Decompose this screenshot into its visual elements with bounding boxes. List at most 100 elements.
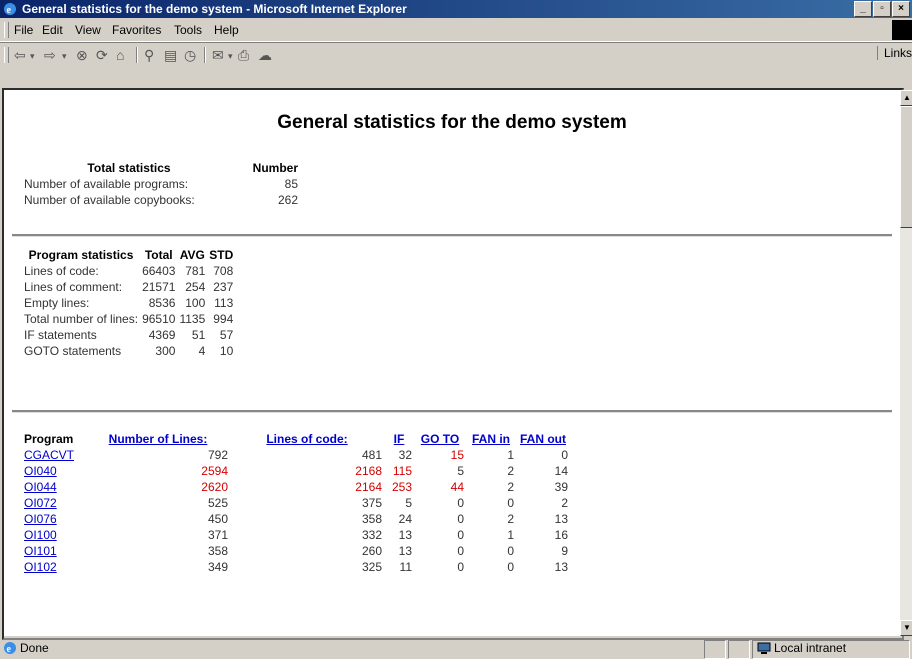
if-cell: 11 <box>399 560 412 574</box>
program-link[interactable]: OI040 <box>24 464 57 478</box>
lines-of-code-cell: 2164 <box>355 480 382 494</box>
cell-total: 300 <box>155 344 176 358</box>
scroll-down-button[interactable]: ▼ <box>900 620 912 636</box>
lines-of-code-cell: 260 <box>361 544 382 558</box>
program-name-cell: OI044 <box>22 479 86 495</box>
cell-total: 4369 <box>148 328 176 342</box>
cell-avg: 254 <box>185 280 206 294</box>
table-row: CGACVT 792 481 32 15 1 0 <box>22 447 570 463</box>
fan-in-cell: 2 <box>507 512 514 526</box>
if-cell: 32 <box>398 448 412 462</box>
menu-grip <box>4 22 9 38</box>
table-row: OI044 2620 2164 253 44 2 39 <box>22 479 570 495</box>
toolbar: ⇦ ▾ ⇨ ▾ ⊗ ⟳ ⌂ ⚲ ▤ ◷ ✉ ▾ ⎙ ☁ Links <box>0 42 912 67</box>
maximize-button[interactable]: ▫ <box>873 1 891 17</box>
if-cell: 13 <box>398 544 412 558</box>
sort-lines-of-code-link[interactable]: Lines of code: <box>266 432 347 446</box>
history-icon[interactable]: ◷ <box>184 47 196 64</box>
discuss-icon[interactable]: ☁ <box>258 47 272 64</box>
internet-explorer-icon: e <box>4 3 16 16</box>
goto-cell: 0 <box>457 544 464 558</box>
toolbar-grip <box>4 47 9 63</box>
table-row: OI040 2594 2168 115 5 2 14 <box>22 463 570 479</box>
menu-tools[interactable]: Tools <box>174 23 202 37</box>
fan-out-cell: 39 <box>554 480 568 494</box>
program-link[interactable]: OI072 <box>24 496 57 510</box>
program-link[interactable]: OI102 <box>24 560 57 574</box>
cell-total: 8536 <box>148 296 176 310</box>
cell-std: 57 <box>219 328 234 342</box>
number-of-lines-cell: 450 <box>207 512 228 526</box>
home-icon[interactable]: ⌂ <box>116 47 124 63</box>
menu-help[interactable]: Help <box>214 23 239 37</box>
mail-icon[interactable]: ✉ <box>212 47 224 64</box>
cell-std: 708 <box>213 264 234 278</box>
sort-goto-link[interactable]: GO TO <box>421 432 459 446</box>
row-label: IF statements <box>24 328 97 342</box>
vertical-scrollbar[interactable]: ▲ ▼ <box>900 90 912 636</box>
program-link[interactable]: OI101 <box>24 544 57 558</box>
fan-in-cell: 0 <box>507 544 514 558</box>
mail-dropdown-icon[interactable]: ▾ <box>228 51 233 62</box>
back-dropdown-icon[interactable]: ▾ <box>30 51 35 62</box>
header-total: Total <box>144 248 173 262</box>
program-name-cell: CGACVT <box>22 447 86 463</box>
if-cell: 5 <box>405 496 412 510</box>
fan-in-cell: 2 <box>507 464 514 478</box>
cell-total: 66403 <box>142 264 176 278</box>
program-link[interactable]: OI044 <box>24 480 57 494</box>
scroll-up-button[interactable]: ▲ <box>900 90 912 106</box>
if-cell: 115 <box>392 464 412 478</box>
row-label: Lines of code: <box>24 264 99 278</box>
sort-if-link[interactable]: IF <box>394 432 405 446</box>
goto-cell: 44 <box>450 480 464 494</box>
back-icon[interactable]: ⇦ <box>14 47 26 64</box>
total-statistics-table: Total statistics Number Number of availa… <box>22 160 300 208</box>
sort-number-of-lines-link[interactable]: Number of Lines: <box>109 432 208 446</box>
table-row: OI072 525 375 5 0 0 2 <box>22 495 570 511</box>
stop-icon[interactable]: ⊗ <box>76 47 88 64</box>
forward-dropdown-icon[interactable]: ▾ <box>62 51 67 62</box>
menu-file[interactable]: File <box>14 23 33 37</box>
program-statistics-table: Program statistics Total AVG STD Lines o… <box>22 247 235 359</box>
header-program-statistics: Program statistics <box>28 248 134 262</box>
cell-std: 994 <box>213 312 234 326</box>
cell-std: 237 <box>213 280 234 294</box>
menu-favorites[interactable]: Favorites <box>112 23 161 37</box>
cell-std: 113 <box>214 296 234 310</box>
cell-avg: 4 <box>198 344 206 358</box>
number-of-lines-cell: 371 <box>207 528 228 542</box>
close-button[interactable]: × <box>892 1 910 17</box>
page-icon: e <box>4 642 16 655</box>
menu-view[interactable]: View <box>75 23 101 37</box>
links-toolbar[interactable]: Links <box>876 46 912 60</box>
sort-fan-in-link[interactable]: FAN in <box>472 432 510 446</box>
print-icon[interactable]: ⎙ <box>238 47 249 64</box>
favorites-icon[interactable]: ▤ <box>164 47 177 64</box>
menu-bar: File Edit View Favorites Tools Help <box>0 19 912 42</box>
minimize-button[interactable]: _ <box>854 1 872 17</box>
refresh-icon[interactable]: ⟳ <box>96 47 108 64</box>
program-link[interactable]: CGACVT <box>24 448 74 462</box>
fan-out-cell: 9 <box>561 544 568 558</box>
status-bar: e Done Local intranet <box>0 638 912 659</box>
row-label: Lines of comment: <box>24 280 123 294</box>
fan-in-cell: 1 <box>507 448 514 462</box>
fan-out-cell: 2 <box>561 496 568 510</box>
stat-label: Number of available copybooks: <box>24 193 195 207</box>
table-row: Empty lines: 8536 100 113 <box>22 295 235 311</box>
forward-icon[interactable]: ⇨ <box>44 47 56 64</box>
fan-in-cell: 0 <box>507 496 514 510</box>
scroll-thumb[interactable] <box>900 106 912 228</box>
toolbar-separator <box>204 47 206 63</box>
goto-cell: 5 <box>457 464 464 478</box>
search-icon[interactable]: ⚲ <box>144 47 154 64</box>
stat-value: 262 <box>277 193 298 207</box>
menu-edit[interactable]: Edit <box>42 23 63 37</box>
lines-of-code-cell: 481 <box>361 448 382 462</box>
program-name-cell: OI040 <box>22 463 86 479</box>
sort-fan-out-link[interactable]: FAN out <box>520 432 566 446</box>
program-link[interactable]: OI100 <box>24 528 57 542</box>
lines-of-code-cell: 2168 <box>355 464 382 478</box>
program-link[interactable]: OI076 <box>24 512 57 526</box>
